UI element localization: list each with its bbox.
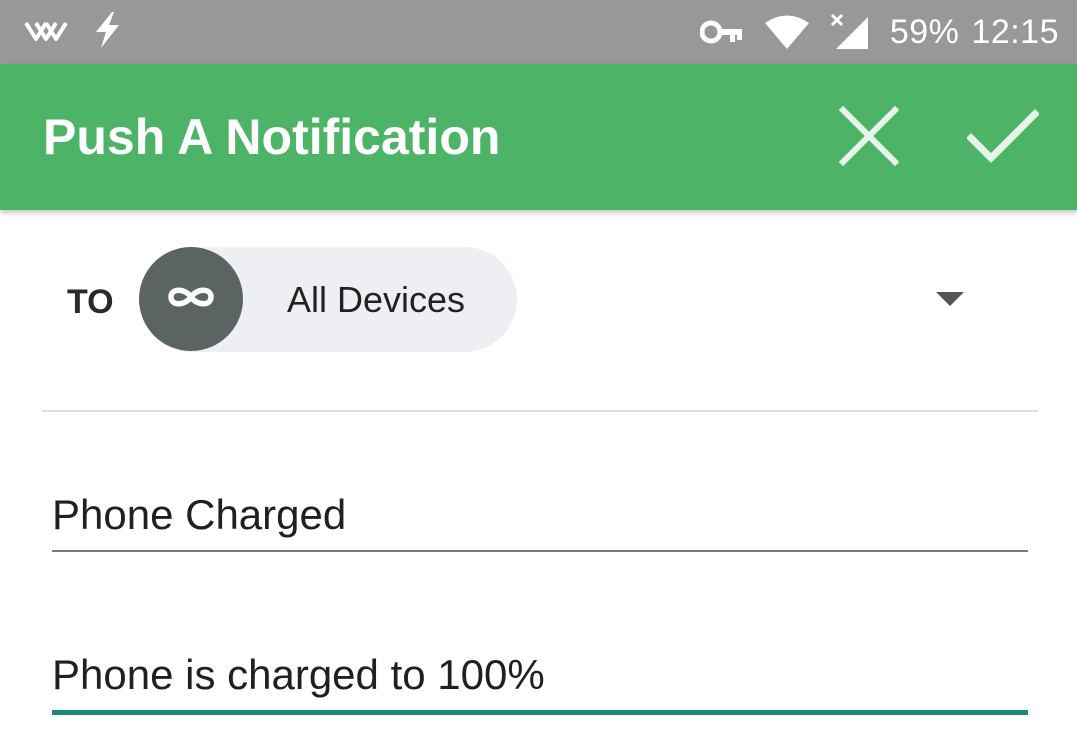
divider	[42, 410, 1038, 412]
recipient-dropdown[interactable]	[930, 286, 970, 316]
recipient-avatar	[139, 247, 243, 351]
vpn-key-icon	[699, 19, 744, 45]
battery-percentage: 59%	[889, 12, 960, 51]
status-bar-right: 59% 12:15	[699, 0, 1059, 64]
confirm-button[interactable]	[966, 102, 1040, 174]
check-icon	[966, 108, 1040, 169]
cellular-no-service-icon	[830, 13, 870, 51]
notification-message-input[interactable]	[52, 640, 1028, 715]
flash-icon	[92, 10, 122, 55]
wifi-calling-icon	[24, 17, 70, 48]
wifi-icon	[764, 14, 810, 50]
page-title: Push A Notification	[43, 109, 501, 165]
recipient-label: All Devices	[287, 279, 466, 320]
app-bar: Push A Notification	[0, 64, 1077, 210]
status-bar: 59% 12:15	[0, 0, 1077, 64]
recipient-chip[interactable]: All Devices	[139, 247, 517, 352]
infinity-icon	[166, 284, 216, 315]
close-button[interactable]	[833, 102, 905, 174]
status-bar-left	[24, 10, 122, 55]
status-time: 12:15	[971, 12, 1059, 51]
notification-title-input[interactable]	[52, 480, 1028, 552]
dropdown-arrow-icon	[936, 291, 964, 311]
close-icon	[838, 105, 900, 172]
to-label: TO	[67, 283, 114, 321]
screen: 59% 12:15 Push A Notification TO All Dev…	[0, 0, 1077, 748]
